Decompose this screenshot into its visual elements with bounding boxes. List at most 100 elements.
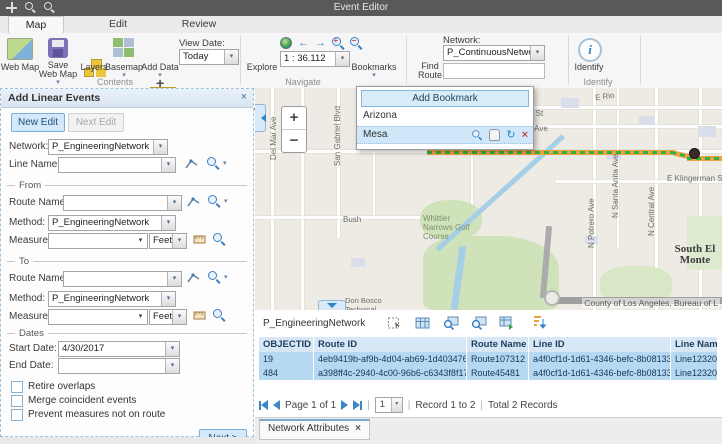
from-route-name-field[interactable]: ▾ [63,195,182,211]
column-header[interactable]: Route ID [314,337,467,353]
add-bookmark-button[interactable]: Add Bookmark [361,90,529,107]
chevron-down-icon[interactable]: ▾ [153,140,167,154]
tab-edit[interactable]: Edit [90,16,146,33]
select-route-on-map-icon[interactable] [187,272,201,284]
next-page-button[interactable] [341,400,348,410]
sort-icon[interactable] [531,316,547,330]
table-collapse-arrow[interactable] [318,300,346,310]
to-measure-zoom-icon[interactable] [213,309,225,321]
select-line-on-map-icon[interactable] [185,158,199,170]
from-method-field[interactable]: P_EngineeringNetwork▾ [48,215,176,231]
chevron-down-icon[interactable]: ▾ [530,46,544,60]
chevron-down-icon[interactable]: ▾ [167,196,181,210]
tab-close-icon[interactable]: × [355,423,361,434]
zoom-out-tool-icon[interactable]: − [350,37,362,49]
to-route-zoom-icon[interactable] [208,271,220,283]
chevron-down-icon[interactable]: ▾ [167,272,181,286]
identify-icon[interactable]: i [578,38,602,62]
line-name-field[interactable]: ▾ [58,157,176,173]
to-route-zoom-dropdown-icon[interactable]: ▾ [224,275,228,281]
web-map-icon[interactable] [7,38,33,60]
prevent-measures-checkbox[interactable] [11,409,23,421]
save-web-map-button[interactable]: Save Web Map [38,61,78,79]
zoom-to-selection-icon[interactable] [443,316,459,330]
next-extent-icon[interactable]: → [315,38,326,48]
chevron-down-icon[interactable]: ▾ [172,310,186,324]
from-route-zoom-dropdown-icon[interactable]: ▾ [224,199,228,205]
pan-to-selection-icon[interactable] [471,316,487,330]
chevron-down-icon[interactable]: ▾ [165,342,179,356]
map-zoom-in-button[interactable]: + [282,107,306,129]
chevron-down-icon[interactable]: ▾ [161,158,175,172]
bookmark-zoom-icon[interactable] [473,130,483,140]
column-header[interactable]: Line ID [529,337,671,353]
network-field[interactable]: P_EngineeringNetwork▾ [48,139,168,155]
add-data-button[interactable]: Add Data [138,63,182,72]
tab-network-attributes[interactable]: Network Attributes× [259,419,370,440]
to-measure-field[interactable]: ▾ [48,309,148,325]
last-page-button[interactable] [353,400,362,410]
switch-selection-icon[interactable] [499,316,515,330]
previous-page-button[interactable] [273,400,280,410]
save-web-map-icon[interactable] [48,38,68,58]
table-row[interactable]: 19 4eb9419b-af9b-4d04-ab69-1d403476802b … [259,352,718,367]
bookmarks-button[interactable]: Bookmarks [350,63,398,72]
next-edit-button[interactable]: Next Edit [68,113,124,132]
chevron-down-icon[interactable]: ▾ [134,234,147,248]
chevron-down-icon[interactable]: ▾ [161,216,175,230]
attribute-table-icon[interactable] [415,316,430,330]
clear-selection-icon[interactable] [387,316,402,330]
line-zoom-icon[interactable] [207,157,219,169]
chevron-down-icon[interactable]: ▾ [172,234,186,248]
column-header[interactable]: Line Name [671,337,718,353]
zoom-in-tool-icon[interactable]: + [332,37,344,49]
select-route-on-map-icon[interactable] [187,196,201,208]
chevron-down-icon[interactable]: ▾ [391,398,402,412]
bookmark-item[interactable]: Arizona [357,108,533,124]
start-date-field[interactable]: 4/30/2017▾ [58,341,180,357]
to-method-field[interactable]: P_EngineeringNetwork▾ [48,291,176,307]
bookmark-pan-icon[interactable] [489,129,500,141]
panel-close-icon[interactable]: × [241,91,247,103]
chevron-down-icon[interactable]: ▾ [134,310,147,324]
scale-select[interactable]: 1 : 36.112▾ [280,51,350,67]
merge-coincident-checkbox[interactable] [11,395,23,407]
from-measure-field[interactable]: ▾ [48,233,148,249]
panel-collapse-arrow[interactable] [255,104,266,132]
full-extent-globe-icon[interactable] [280,37,292,49]
new-edit-button[interactable]: New Edit [11,113,65,132]
chevron-down-icon[interactable]: ▾ [224,50,238,64]
retire-overlaps-checkbox[interactable] [11,381,23,393]
table-row[interactable]: 484 a398ff4c-2940-4c00-96b6-c6343f8f1711… [259,366,718,381]
network-select[interactable]: P_ContinuousNetwork▾ [443,45,545,61]
bookmarks-dropdown-icon[interactable]: ▾ [350,73,398,79]
map-zoom-out-button[interactable]: − [282,129,306,152]
column-header[interactable]: OBJECTID [259,337,314,353]
bookmark-item[interactable]: Mesa ↻ × [357,126,533,144]
tab-map[interactable]: Map [8,16,64,34]
explore-button[interactable]: Explore [244,63,280,72]
chevron-down-icon[interactable]: ▾ [161,292,175,306]
basemap-icon[interactable] [113,38,135,58]
column-header[interactable]: Route Name [467,337,529,353]
web-map-button[interactable]: Web Map [0,63,40,72]
bookmark-refresh-icon[interactable]: ↻ [506,130,515,140]
page-number-select[interactable]: 1▾ [375,397,403,413]
route-search-input[interactable] [443,63,545,79]
end-date-field[interactable]: ▾ [58,358,180,374]
chevron-down-icon[interactable]: ▾ [165,359,179,373]
to-unit-select[interactable]: Feet▾ [149,309,187,325]
measure-ruler-icon[interactable] [193,310,206,321]
from-unit-select[interactable]: Feet▾ [149,233,187,249]
first-page-button[interactable] [259,400,268,410]
save-web-map-dropdown-icon[interactable]: ▾ [38,80,78,86]
chevron-down-icon[interactable]: ▾ [335,52,349,66]
from-measure-zoom-icon[interactable] [213,233,225,245]
measure-ruler-icon[interactable] [193,234,206,245]
to-route-name-field[interactable]: ▾ [63,271,182,287]
from-route-zoom-icon[interactable] [208,195,220,207]
line-zoom-dropdown-icon[interactable]: ▾ [223,161,227,167]
bookmark-delete-icon[interactable]: × [522,130,528,140]
previous-extent-icon[interactable]: ← [298,38,309,48]
view-date-select[interactable]: Today▾ [179,49,239,65]
